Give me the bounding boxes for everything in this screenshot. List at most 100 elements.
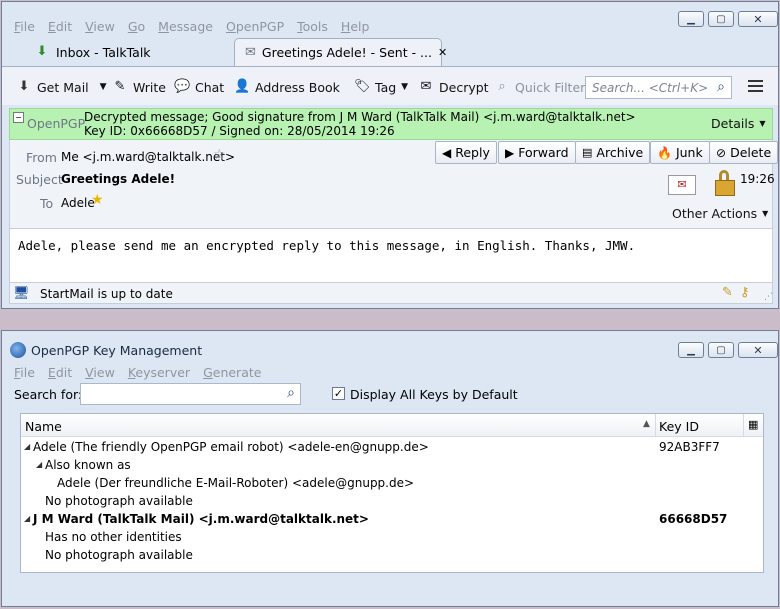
hamburger-menu-icon[interactable] (748, 80, 763, 92)
menu-file[interactable]: File (14, 365, 35, 380)
column-divider[interactable] (655, 414, 656, 436)
close-icon[interactable]: ✕ (738, 11, 778, 27)
tab-close-icon[interactable]: ✕ (438, 46, 447, 59)
chat-button[interactable]: 💬 Chat (174, 79, 224, 95)
subject-value: Greetings Adele! (61, 172, 176, 186)
mail-menu-bar: File Edit View Go Message OpenPGP Tools … (14, 19, 369, 34)
sort-ascending-icon: ▲ (643, 419, 650, 429)
menu-keyserver[interactable]: Keyserver (128, 365, 190, 380)
search-icon[interactable]: ⌕ (287, 385, 295, 401)
key-sub-row[interactable]: Has no other identities (21, 528, 763, 546)
archive-button[interactable]: ▤ Archive (575, 141, 651, 164)
other-actions-button[interactable]: Other Actions ▼ (672, 206, 768, 221)
get-mail-label: Get Mail (37, 79, 89, 95)
message-time: 19:26 (740, 172, 775, 186)
chevron-down-icon: ▼ (759, 119, 766, 128)
search-for-label: Search for: (14, 387, 83, 402)
menu-openpgp[interactable]: OpenPGP (226, 19, 284, 34)
write-button[interactable]: ✎ Write (112, 79, 166, 95)
padlock-icon (714, 170, 736, 196)
minimize-icon[interactable]: ▁ (678, 11, 704, 27)
quick-filter-button[interactable]: ⌕ Quick Filter (494, 79, 585, 95)
menu-edit[interactable]: Edit (48, 365, 72, 380)
column-name[interactable]: Name (25, 419, 62, 434)
pencil-status-icon[interactable]: ✎ (722, 285, 733, 300)
chevron-down-icon[interactable]: ▼ (100, 82, 107, 92)
menu-tools[interactable]: Tools (297, 19, 328, 34)
menu-help[interactable]: Help (341, 19, 370, 34)
search-input[interactable]: Search... <Ctrl+K> (592, 81, 708, 95)
star-filled-icon[interactable]: ★ (91, 192, 104, 208)
key-row[interactable]: ◢ Adele (The friendly OpenPGP email robot… (21, 438, 763, 456)
display-all-checkbox[interactable]: ✓ (332, 387, 345, 400)
chat-bubble-icon: 💬 (174, 79, 191, 94)
details-button[interactable]: Details ▼ (711, 116, 766, 131)
tag-label: Tag (375, 79, 397, 95)
address-book-button[interactable]: 👤 Address Book (234, 79, 340, 95)
forward-label: Forward (518, 145, 569, 160)
display-all-label: Display All Keys by Default (350, 387, 518, 402)
key-row-text: Adele (The friendly OpenPGP email robot)… (33, 440, 429, 454)
openpgp-collapse-icon[interactable]: − (13, 112, 24, 123)
minimize-icon[interactable]: ▁ (678, 342, 704, 358)
key-search-input[interactable]: ⌕ (80, 383, 301, 405)
menu-message[interactable]: Message (158, 19, 213, 34)
decrypt-envelope-icon: ✉ (420, 79, 432, 94)
maximize-icon[interactable]: ▢ (708, 342, 734, 358)
delete-button[interactable]: ⊘ Delete (709, 141, 778, 164)
column-keyid[interactable]: Key ID (659, 419, 699, 434)
decrypt-label: Decrypt (439, 79, 489, 95)
mail-window-controls: ▁ ▢ ✕ (678, 11, 778, 27)
key-sub-row[interactable]: ◢ Also known as (21, 456, 763, 474)
key-sub-row[interactable]: No photograph available (21, 492, 763, 510)
padlock-body (715, 180, 735, 196)
menu-edit[interactable]: Edit (48, 19, 72, 34)
menu-view[interactable]: View (85, 19, 115, 34)
keymgr-menu-bar: File Edit View Keyserver Generate (14, 365, 261, 380)
key-row[interactable]: ◢ J M Ward (TalkTalk Mail) <j.m.ward@talk… (21, 510, 763, 528)
delete-label: Delete (730, 145, 772, 160)
reply-arrow-icon: ◀ (442, 145, 452, 160)
tab-message[interactable]: ✉ Greetings Adele! - Sent - ... ✕ (234, 38, 447, 66)
computer-icon: 🖥 (13, 286, 30, 301)
expand-triangle-icon[interactable]: ◢ (24, 510, 30, 528)
to-label: To (40, 196, 54, 211)
tree-header: Name ▲ Key ID ▦ (21, 414, 763, 437)
tag-button[interactable]: 🏷 Tag ▼ (354, 79, 408, 95)
key-sub-row[interactable]: Adele (Der freundliche E-Mail-Roboter) <… (21, 474, 763, 492)
reply-button[interactable]: ◀ Reply (435, 141, 497, 164)
expand-triangle-icon[interactable]: ◢ (24, 438, 30, 456)
signed-envelope-icon: ✉ (668, 175, 696, 195)
column-picker-icon[interactable]: ▦ (748, 418, 758, 431)
search-icon[interactable]: ⌕ (717, 79, 725, 95)
decrypt-button[interactable]: ✉ Decrypt (418, 79, 489, 95)
archive-label: Archive (596, 145, 644, 160)
search-box[interactable]: Search... <Ctrl+K> ⌕ (585, 76, 732, 99)
flame-icon: 🔥 (657, 145, 672, 160)
get-mail-button[interactable]: ⬇ Get Mail ▼ (16, 79, 107, 95)
key-sub-row[interactable]: No photograph available (21, 546, 763, 564)
tab-inbox[interactable]: ⬇ Inbox - TalkTalk (24, 38, 161, 66)
key-status-icon[interactable]: ⚷ (740, 285, 750, 300)
star-outline-icon[interactable]: ☆ (213, 147, 226, 163)
expand-triangle-icon[interactable]: ◢ (36, 456, 42, 474)
subject-label: Subject (16, 172, 63, 187)
menu-go[interactable]: Go (128, 19, 145, 34)
forward-arrow-icon: ▶ (505, 145, 515, 160)
menu-view[interactable]: View (85, 365, 115, 380)
maximize-icon[interactable]: ▢ (708, 11, 734, 27)
junk-label: Junk (675, 145, 703, 160)
tab-inbox-label: Inbox - TalkTalk (56, 44, 151, 60)
to-value[interactable]: Adele (61, 196, 95, 210)
close-icon[interactable]: ✕ (738, 342, 778, 358)
chevron-down-icon: ▼ (762, 209, 769, 218)
menu-generate[interactable]: Generate (203, 365, 261, 380)
pencil-icon: ✎ (114, 79, 126, 94)
message-body: Adele, please send me an encrypted reply… (9, 228, 773, 283)
menu-file[interactable]: File (14, 19, 35, 34)
junk-button[interactable]: 🔥 Junk (650, 141, 710, 164)
key-management-window: OpenPGP Key Management ▁ ▢ ✕ File Edit V… (1, 330, 779, 607)
from-value[interactable]: Me <j.m.ward@talktalk.net> (61, 150, 235, 164)
forward-button[interactable]: ▶ Forward (498, 141, 576, 164)
resize-grip-icon[interactable]: ⋰ (764, 292, 773, 302)
